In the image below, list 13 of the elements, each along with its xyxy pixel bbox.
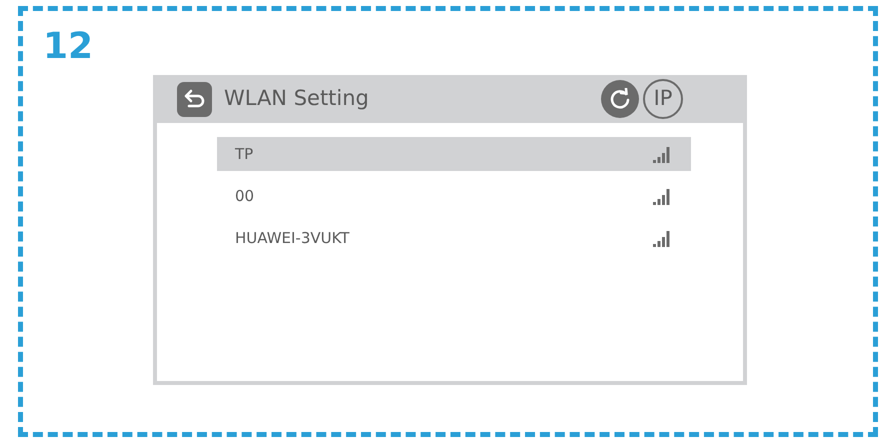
ip-button[interactable]: IP	[643, 79, 683, 119]
step-number: 12	[43, 29, 94, 65]
network-row[interactable]: 00	[217, 179, 691, 213]
network-name: 00	[235, 186, 254, 207]
network-row[interactable]: HUAWEI-3VUKT	[217, 221, 691, 255]
network-name: TP	[235, 144, 254, 165]
back-arrow-icon	[184, 89, 206, 109]
refresh-button[interactable]	[601, 80, 639, 118]
screen-title: WLAN Setting	[224, 85, 369, 112]
refresh-icon	[609, 88, 631, 110]
network-name: HUAWEI-3VUKT	[235, 228, 350, 249]
network-row[interactable]: TP	[217, 137, 691, 171]
back-button[interactable]	[177, 82, 212, 116]
